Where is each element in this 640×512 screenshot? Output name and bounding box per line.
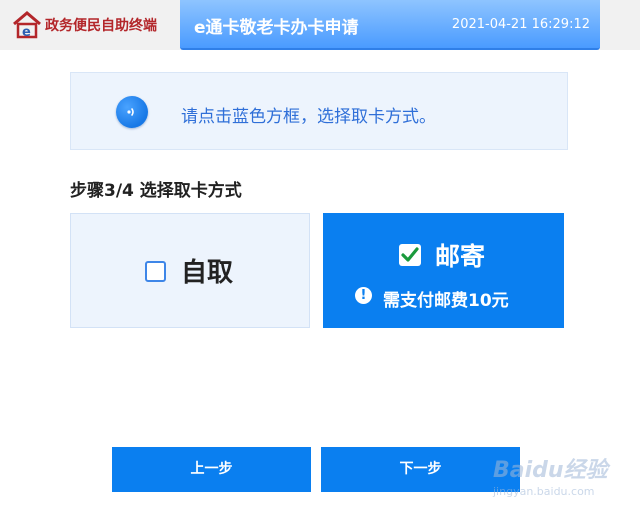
check-mark-icon (401, 247, 419, 262)
option-self-pickup-label: 自取 (181, 258, 234, 288)
instruction-text: 请点击蓝色方框，选择取卡方式。 (181, 107, 436, 127)
baidu-watermark: Baidu经验 jingyan.baidu.com (493, 452, 608, 498)
watermark-url: jingyan.baidu.com (493, 485, 595, 498)
brand-logo: e 政务便民自助终端 (12, 10, 157, 40)
checked-checkbox-icon[interactable] (399, 244, 421, 266)
title-bar: e通卡敬老卡办卡申请 2021-04-21 16:29:12 (180, 0, 600, 50)
instruction-notice: 请点击蓝色方框，选择取卡方式。 (70, 72, 568, 150)
option-mail-label: 邮寄 (435, 242, 486, 271)
page-title: e通卡敬老卡办卡申请 (194, 18, 359, 38)
watermark-main: Baidu经验 (493, 458, 608, 483)
option-self-pickup[interactable]: 自取 (70, 213, 310, 328)
logo-text: 政务便民自助终端 (45, 18, 157, 34)
sound-wave-icon (127, 108, 134, 116)
unchecked-checkbox-icon[interactable] (145, 261, 166, 282)
logo-house-icon: e (13, 11, 41, 39)
prev-step-button[interactable]: 上一步 (112, 447, 311, 492)
step-title: 步骤3/4 选择取卡方式 (70, 181, 242, 201)
exclamation-icon: ! (355, 287, 372, 304)
datetime-display: 2021-04-21 16:29:12 (451, 17, 590, 32)
next-step-button[interactable]: 下一步 (321, 447, 520, 492)
svg-text:e: e (22, 25, 31, 39)
app-header: e 政务便民自助终端 e通卡敬老卡办卡申请 2021-04-21 16:29:1… (0, 0, 640, 50)
postage-note: 需支付邮费10元 (383, 291, 509, 311)
speaker-icon[interactable] (116, 96, 148, 128)
option-mail[interactable]: 邮寄 ! 需支付邮费10元 (323, 213, 564, 328)
